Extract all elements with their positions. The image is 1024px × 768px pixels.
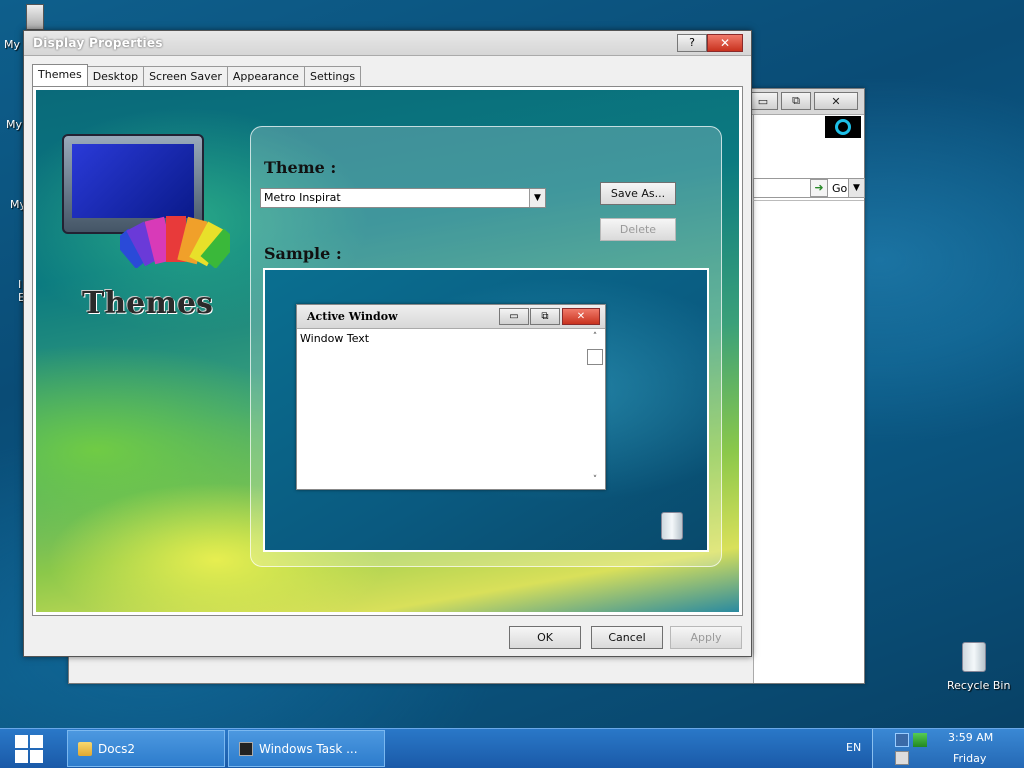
start-button[interactable] bbox=[0, 729, 58, 768]
cancel-button[interactable]: Cancel bbox=[591, 626, 663, 649]
chevron-up-icon: ˄ bbox=[592, 332, 598, 342]
save-as-button[interactable]: Save As... bbox=[600, 182, 676, 205]
folder-icon bbox=[78, 741, 92, 756]
recycle-bin-label: Recycle Bin bbox=[947, 679, 1011, 692]
desktop-icon-label: My bbox=[4, 38, 21, 51]
ok-button[interactable]: OK bbox=[509, 626, 581, 649]
theme-select[interactable]: Metro Inspirat ▼ bbox=[260, 188, 546, 208]
sample-window-text: Window Text bbox=[300, 332, 370, 345]
sample-close-button: ✕ bbox=[562, 308, 600, 325]
help-button[interactable]: ? bbox=[677, 34, 707, 52]
sample-recycle-bin-icon bbox=[661, 512, 683, 540]
system-tray: 3:59 AM Friday bbox=[872, 729, 1024, 768]
themes-panel: Themes Theme : Metro Inspirat ▼ Save As.… bbox=[32, 86, 743, 616]
dialog-title: Display Properties bbox=[33, 36, 163, 50]
taskbar-button-task-manager[interactable]: Windows Task ... bbox=[228, 730, 385, 767]
sample-scrollbar: ˄ ˅ bbox=[587, 332, 603, 485]
desktop-icon-top[interactable] bbox=[26, 4, 44, 30]
chevron-down-icon[interactable]: ▼ bbox=[529, 189, 545, 207]
close-button[interactable]: ✕ bbox=[707, 34, 743, 52]
go-arrow-icon: ➜ bbox=[810, 179, 828, 197]
action-center-icon[interactable] bbox=[895, 751, 909, 765]
background-close-button[interactable]: ✕ bbox=[814, 92, 858, 110]
sample-window-titlebar: Active Window ▭ ⧉ ✕ bbox=[297, 305, 605, 329]
sample-minimize-button: ▭ bbox=[499, 308, 529, 325]
sample-label: Sample : bbox=[264, 244, 342, 263]
display-properties-dialog: Display Properties ? ✕ Themes Desktop Sc… bbox=[23, 30, 752, 657]
sample-maximize-button: ⧉ bbox=[530, 308, 560, 325]
theme-label: Theme : bbox=[264, 158, 337, 177]
apply-button[interactable]: Apply bbox=[670, 626, 742, 649]
color-swatch-fan-icon bbox=[120, 216, 230, 268]
clock-day[interactable]: Friday bbox=[953, 752, 986, 765]
delete-button[interactable]: Delete bbox=[600, 218, 676, 241]
taskbar-button-label: Docs2 bbox=[98, 741, 136, 756]
taskbar-button-label: Windows Task ... bbox=[259, 741, 358, 756]
language-indicator[interactable]: EN bbox=[846, 741, 861, 754]
tab-appearance[interactable]: Appearance bbox=[226, 66, 305, 86]
tab-settings[interactable]: Settings bbox=[303, 66, 362, 86]
sample-preview: Active Window ▭ ⧉ ✕ Window Text ˄ ˅ bbox=[263, 268, 709, 552]
taskbar-button-docs2[interactable]: Docs2 bbox=[67, 730, 225, 767]
recycle-bin-icon bbox=[962, 642, 986, 672]
network-icon[interactable] bbox=[913, 733, 927, 747]
go-button[interactable]: ➜ Go bbox=[810, 179, 862, 197]
themes-art-title: Themes bbox=[82, 286, 213, 321]
recycle-bin-desktop-icon[interactable] bbox=[962, 642, 988, 674]
browser-logo-icon bbox=[825, 116, 861, 138]
sample-window-title: Active Window bbox=[307, 310, 398, 323]
tab-themes[interactable]: Themes bbox=[32, 64, 88, 86]
desktop-icon-label: My bbox=[6, 118, 23, 131]
go-label: Go bbox=[832, 181, 848, 195]
desktop-icon-label: I bbox=[18, 278, 22, 291]
tab-screen-saver[interactable]: Screen Saver bbox=[143, 66, 228, 86]
dialog-titlebar[interactable]: Display Properties ? ✕ bbox=[24, 31, 751, 56]
theme-select-value: Metro Inspirat bbox=[264, 191, 341, 204]
chevron-down-icon: ˅ bbox=[592, 475, 598, 485]
background-minimize-button[interactable]: ▭ bbox=[748, 92, 778, 110]
tab-bar: Themes Desktop Screen Saver Appearance S… bbox=[32, 64, 362, 86]
tab-desktop[interactable]: Desktop bbox=[86, 66, 145, 86]
scroll-thumb bbox=[587, 349, 603, 365]
task-manager-icon bbox=[239, 741, 253, 756]
sample-active-window: Active Window ▭ ⧉ ✕ Window Text ˄ ˅ bbox=[296, 304, 606, 490]
divider bbox=[753, 200, 864, 201]
taskbar: Docs2 Windows Task ... EN 3:59 AM Friday bbox=[0, 728, 1024, 768]
clock-time[interactable]: 3:59 AM bbox=[948, 731, 993, 744]
tray-app-icon[interactable] bbox=[895, 733, 909, 747]
background-maximize-button[interactable]: ⧉ bbox=[781, 92, 811, 110]
windows-logo-icon bbox=[15, 735, 43, 763]
themes-artwork: Themes Theme : Metro Inspirat ▼ Save As.… bbox=[36, 90, 739, 612]
